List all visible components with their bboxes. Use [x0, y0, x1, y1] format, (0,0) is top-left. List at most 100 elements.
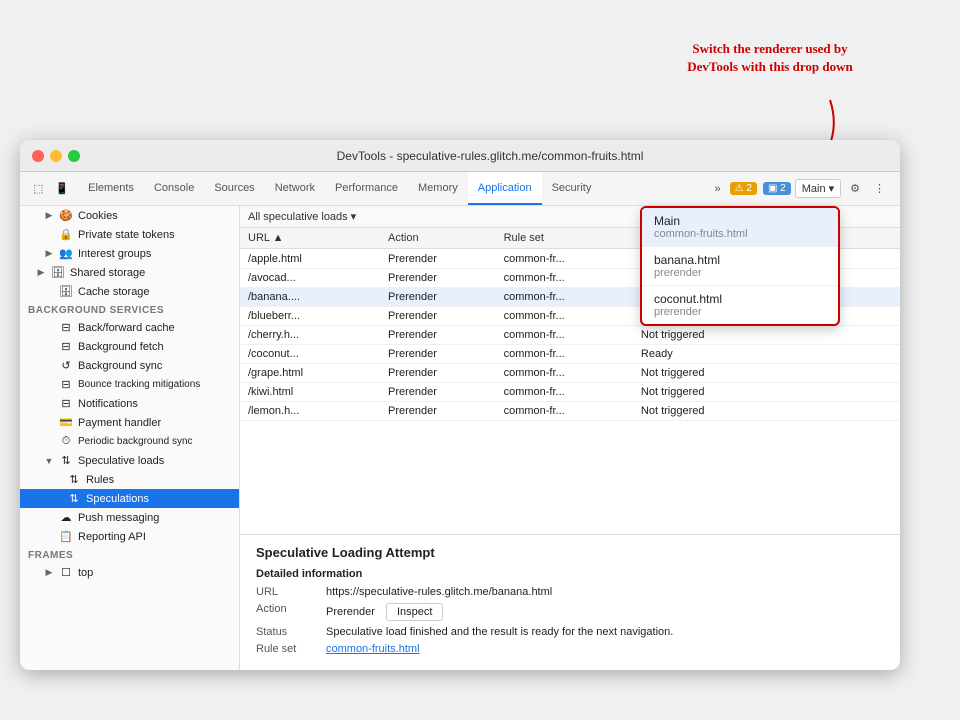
table-row[interactable]: /coconut... Prerender common-fr... Ready [240, 345, 900, 364]
cell-url: /blueberr... [240, 307, 380, 326]
overflow-tabs-btn[interactable]: » [710, 181, 726, 197]
detail-subtitle: Detailed information [256, 568, 884, 580]
detail-url-label: URL [256, 586, 326, 598]
sidebar-item-shared-storage[interactable]: ▶ 🗄 Shared storage [20, 263, 239, 282]
cell-action: Prerender [380, 326, 496, 345]
sidebar-item-rules[interactable]: ⇅ Rules [20, 470, 239, 489]
sidebar-item-periodic[interactable]: ⏱ Periodic background sync [20, 432, 239, 451]
filter-label-text: All speculative loads [248, 211, 348, 223]
table-row[interactable]: /cherry.h... Prerender common-fr... Not … [240, 326, 900, 345]
sidebar: ▶ 🍪 Cookies 🔒 Private state tokens ▶ 👥 I… [20, 206, 240, 670]
cache-label: Cache storage [78, 286, 150, 298]
renderer-banana-sub: prerender [654, 267, 826, 279]
periodic-label: Periodic background sync [78, 436, 193, 447]
sidebar-item-payment[interactable]: 💳 Payment handler [20, 413, 239, 432]
cell-action: Prerender [380, 402, 496, 421]
cell-status: Not triggered [633, 402, 900, 421]
more-icon[interactable]: ⋮ [869, 180, 890, 197]
detail-status-label: Status [256, 626, 326, 638]
sidebar-item-bg-sync[interactable]: ↺ Background sync [20, 356, 239, 375]
detail-ruleset-label: Rule set [256, 643, 326, 655]
top-label: top [78, 567, 93, 579]
tab-application[interactable]: Application [468, 172, 542, 205]
renderer-option-main[interactable]: Main common-fruits.html [642, 208, 838, 247]
sidebar-item-interest-groups[interactable]: ▶ 👥 Interest groups [20, 244, 239, 263]
device-icon[interactable]: 📱 [50, 180, 74, 197]
table-row[interactable]: /lemon.h... Prerender common-fr... Not t… [240, 402, 900, 421]
detail-ruleset-value[interactable]: common-fruits.html [326, 643, 884, 655]
cell-ruleset: common-fr... [496, 269, 633, 288]
annotation-top-right: Switch the renderer used byDevTools with… [640, 40, 900, 76]
cell-url: /kiwi.html [240, 383, 380, 402]
sidebar-item-top[interactable]: ▶ ☐ top [20, 563, 239, 582]
tab-console[interactable]: Console [144, 172, 204, 205]
speculations-label: Speculations [86, 493, 149, 505]
cell-action: Prerender [380, 249, 496, 269]
table-row[interactable]: /kiwi.html Prerender common-fr... Not tr… [240, 383, 900, 402]
maximize-button[interactable] [68, 150, 80, 162]
cell-ruleset: common-fr... [496, 288, 633, 307]
sidebar-item-notifications[interactable]: ⊟ Notifications [20, 394, 239, 413]
renderer-coconut-sub: prerender [654, 306, 826, 318]
bf-icon: ⊟ [59, 321, 73, 334]
inspect-icon[interactable]: ⬚ [28, 180, 48, 197]
cell-action: Prerender [380, 364, 496, 383]
filter-dropdown[interactable]: All speculative loads ▾ [248, 210, 356, 223]
close-button[interactable] [32, 150, 44, 162]
col-url[interactable]: URL ▲ [240, 228, 380, 249]
shared-toggle: ▶ [36, 267, 46, 278]
notif-label: Notifications [78, 398, 138, 410]
reporting-icon: 📋 [59, 530, 73, 543]
tab-security[interactable]: Security [542, 172, 602, 205]
tab-memory[interactable]: Memory [408, 172, 468, 205]
shared-label: Shared storage [70, 267, 145, 279]
col-action[interactable]: Action [380, 228, 496, 249]
detail-url-value: https://speculative-rules.glitch.me/bana… [326, 586, 884, 598]
detail-row-url: URL https://speculative-rules.glitch.me/… [256, 586, 884, 598]
renderer-option-coconut[interactable]: coconut.html prerender [642, 286, 838, 324]
tab-elements[interactable]: Elements [78, 172, 144, 205]
private-icon: 🔒 [59, 228, 73, 241]
cell-action: Prerender [380, 288, 496, 307]
sidebar-item-bounce[interactable]: ⊟ Bounce tracking mitigations [20, 375, 239, 394]
cell-ruleset: common-fr... [496, 364, 633, 383]
sidebar-item-back-forward[interactable]: ⊟ Back/forward cache [20, 318, 239, 337]
cache-icon: 🗄 [59, 285, 73, 298]
inspect-button[interactable]: Inspect [386, 603, 443, 621]
sidebar-item-push[interactable]: ☁ Push messaging [20, 508, 239, 527]
gear-icon[interactable]: ⚙ [845, 180, 865, 197]
sidebar-item-private-state[interactable]: 🔒 Private state tokens [20, 225, 239, 244]
interest-toggle: ▶ [44, 248, 54, 259]
sidebar-item-speculative-loads[interactable]: ▼ ⇅ Speculative loads [20, 451, 239, 470]
cell-status: Not triggered [633, 364, 900, 383]
reporting-label: Reporting API [78, 531, 146, 543]
detail-status-value: Speculative load finished and the result… [326, 626, 884, 638]
info-badge: ▣ 2 [763, 182, 791, 195]
tab-sources[interactable]: Sources [204, 172, 264, 205]
private-label: Private state tokens [78, 229, 175, 241]
cookies-toggle: ▶ [44, 210, 54, 221]
top-icon: ☐ [59, 566, 73, 579]
sidebar-item-reporting[interactable]: 📋 Reporting API [20, 527, 239, 546]
sidebar-item-speculations[interactable]: ⇅ Speculations [20, 489, 239, 508]
cell-url: /grape.html [240, 364, 380, 383]
cell-url: /banana.... [240, 288, 380, 307]
sidebar-item-cookies[interactable]: ▶ 🍪 Cookies [20, 206, 239, 225]
renderer-option-banana[interactable]: banana.html prerender [642, 247, 838, 286]
warning-badge: ⚠ 2 [730, 182, 757, 195]
minimize-button[interactable] [50, 150, 62, 162]
detail-title: Speculative Loading Attempt [256, 545, 884, 560]
traffic-lights [32, 150, 80, 162]
col-ruleset[interactable]: Rule set [496, 228, 633, 249]
table-row[interactable]: /grape.html Prerender common-fr... Not t… [240, 364, 900, 383]
tab-network[interactable]: Network [265, 172, 325, 205]
sidebar-item-cache-storage[interactable]: 🗄 Cache storage [20, 282, 239, 301]
renderer-coconut-title: coconut.html [654, 292, 826, 306]
speculations-icon: ⇅ [67, 492, 81, 505]
spec-loads-label: Speculative loads [78, 455, 164, 467]
payment-icon: 💳 [59, 416, 73, 429]
tab-performance[interactable]: Performance [325, 172, 408, 205]
sidebar-item-bg-fetch[interactable]: ⊟ Background fetch [20, 337, 239, 356]
renderer-main-sub: common-fruits.html [654, 228, 826, 240]
renderer-dropdown[interactable]: Main ▾ [795, 179, 841, 198]
